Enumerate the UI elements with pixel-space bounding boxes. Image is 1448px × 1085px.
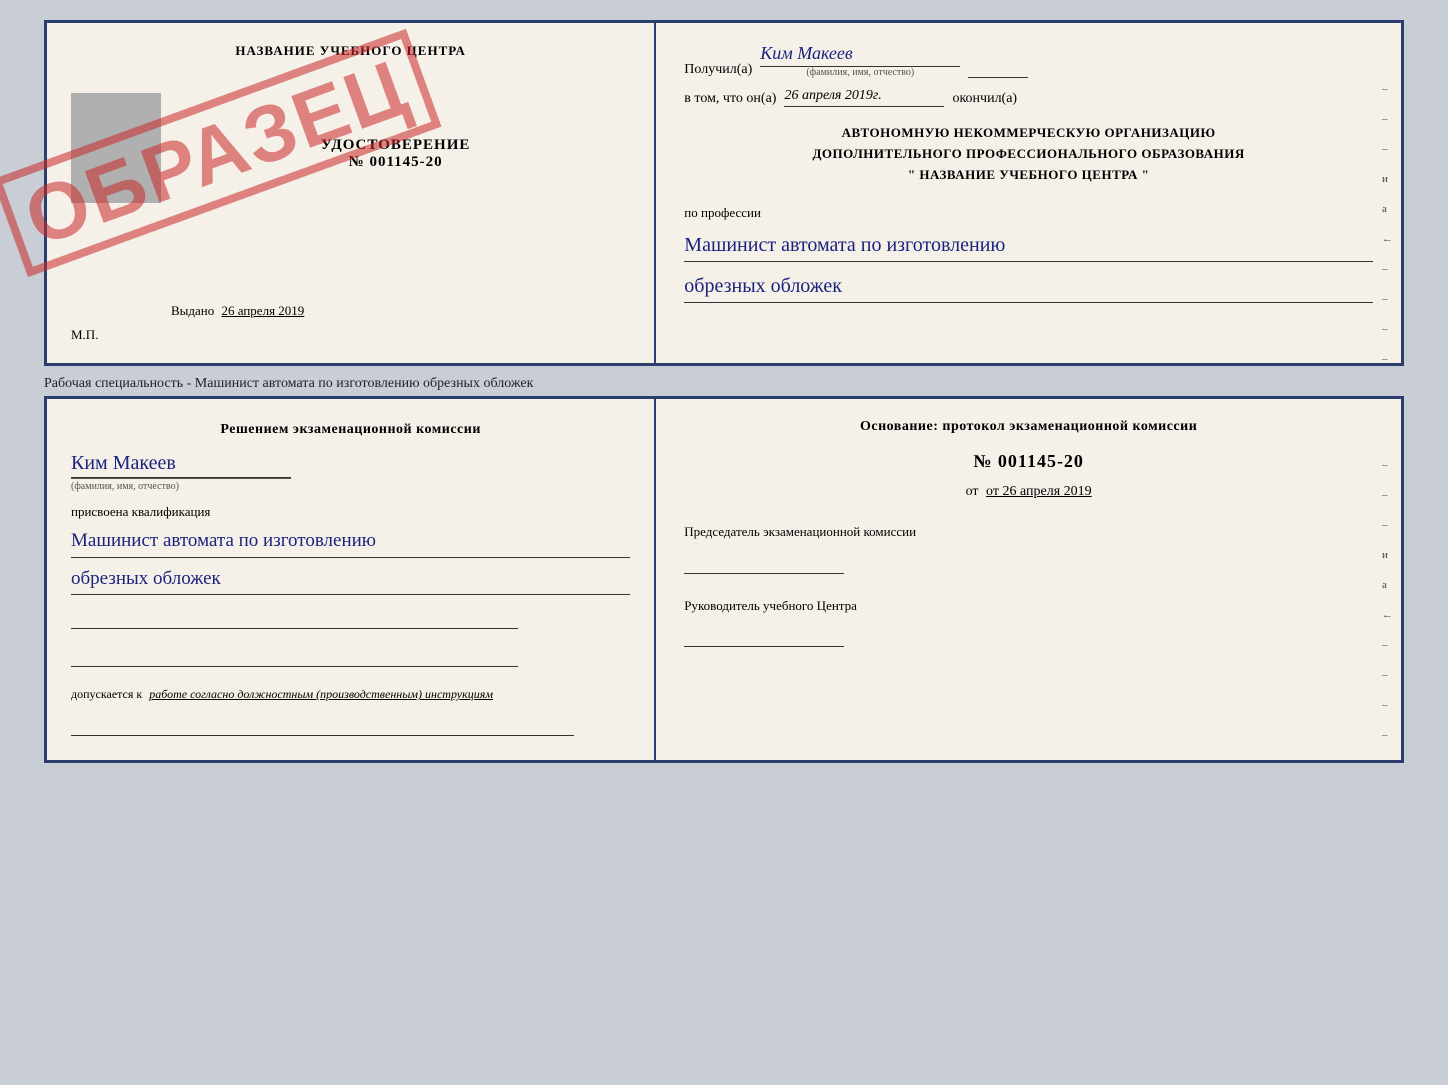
right-side-marks-bottom: – – – и а ← – – – – xyxy=(1382,459,1393,741)
osnov-label: Основание: протокол экзаменационной коми… xyxy=(684,419,1373,435)
qualification-label: присвоена квалификация xyxy=(71,504,630,520)
org-block: АВТОНОМНУЮ НЕКОММЕРЧЕСКУЮ ОРГАНИЗАЦИЮ ДО… xyxy=(684,123,1373,185)
blank-line-1 xyxy=(71,607,518,629)
head-signature xyxy=(684,619,844,647)
bottom-profession-2: обрезных обложек xyxy=(71,566,630,596)
blank-line-2 xyxy=(71,645,518,667)
допускается-text: работе согласно должностным (производств… xyxy=(149,687,493,701)
date-prefix: в том, что он(а) xyxy=(684,91,776,107)
person-name: Ким Макеев xyxy=(71,452,291,478)
profession-handwritten-2: обрезных обложек xyxy=(684,272,1373,303)
date-line: в том, что он(а) 26 апреля 2019г. окончи… xyxy=(684,88,1373,107)
chairman-signature xyxy=(684,546,844,574)
date-ot: от от 26 апреля 2019 xyxy=(684,484,1373,500)
date-suffix: окончил(а) xyxy=(952,91,1017,107)
issued-line: Выдано 26 апреля 2019 xyxy=(171,303,304,319)
top-right-panel: Получил(а) Ким Макеев (фамилия, имя, отч… xyxy=(656,23,1401,363)
cert-title: УДОСТОВЕРЕНИЕ xyxy=(321,137,471,154)
issued-label: Выдано xyxy=(171,303,214,318)
top-left-panel: НАЗВАНИЕ УЧЕБНОГО ЦЕНТРА УДОСТОВЕРЕНИЕ №… xyxy=(47,23,656,363)
recipient-name: Ким Макеев xyxy=(760,43,960,67)
head-label: Руководитель учебного Центра xyxy=(684,596,1373,616)
допускается-prefix: допускается к xyxy=(71,687,142,701)
cert-number: № 001145-20 xyxy=(349,154,443,171)
chairman-block: Председатель экзаменационной комиссии xyxy=(684,522,1373,574)
допускается-line: допускается к работе согласно должностны… xyxy=(71,687,630,702)
school-name-top: НАЗВАНИЕ УЧЕБНОГО ЦЕНТРА xyxy=(235,43,466,59)
photo-placeholder xyxy=(71,93,161,203)
profession-handwritten-1: Машинист автомата по изготовлению xyxy=(684,231,1373,262)
chairman-label: Председатель экзаменационной комиссии xyxy=(684,522,1373,542)
date-value: 26 апреля 2019г. xyxy=(784,88,944,107)
mp-line: М.П. xyxy=(71,327,98,343)
recipient-line: Получил(а) Ким Макеев (фамилия, имя, отч… xyxy=(684,43,1373,78)
org-line3: " НАЗВАНИЕ УЧЕБНОГО ЦЕНТРА " xyxy=(684,165,1373,186)
protocol-number: № 001145-20 xyxy=(684,451,1373,472)
bottom-profession-1: Машинист автомата по изготовлению xyxy=(71,528,630,558)
person-name-hint: (фамилия, имя, отчество) xyxy=(71,478,291,492)
head-block: Руководитель учебного Центра xyxy=(684,596,1373,648)
komissia-title: Решением экзаменационной комиссии xyxy=(71,419,630,440)
bottom-right-panel: Основание: протокол экзаменационной коми… xyxy=(656,399,1401,760)
top-document: НАЗВАНИЕ УЧЕБНОГО ЦЕНТРА УДОСТОВЕРЕНИЕ №… xyxy=(44,20,1404,366)
date-ot-value: от 26 апреля 2019 xyxy=(986,484,1092,499)
date-ot-prefix: от xyxy=(966,484,979,499)
bottom-document: Решением экзаменационной комиссии Ким Ма… xyxy=(44,396,1404,763)
right-side-marks: – – – и а ← – – – – xyxy=(1382,83,1393,365)
org-line2: ДОПОЛНИТЕЛЬНОГО ПРОФЕССИОНАЛЬНОГО ОБРАЗО… xyxy=(684,144,1373,165)
blank-line-3 xyxy=(71,714,574,736)
recipient-name-hint: (фамилия, имя, отчество) xyxy=(760,67,960,78)
profession-label: по профессии xyxy=(684,205,1373,221)
caption-text: Рабочая специальность - Машинист автомат… xyxy=(44,366,533,396)
issued-date: 26 апреля 2019 xyxy=(222,303,305,318)
org-line1: АВТОНОМНУЮ НЕКОММЕРЧЕСКУЮ ОРГАНИЗАЦИЮ xyxy=(684,123,1373,144)
recipient-dash xyxy=(968,58,1028,78)
recipient-label: Получил(а) xyxy=(684,62,752,78)
bottom-left-panel: Решением экзаменационной комиссии Ким Ма… xyxy=(47,399,656,760)
document-container: НАЗВАНИЕ УЧЕБНОГО ЦЕНТРА УДОСТОВЕРЕНИЕ №… xyxy=(44,20,1404,763)
